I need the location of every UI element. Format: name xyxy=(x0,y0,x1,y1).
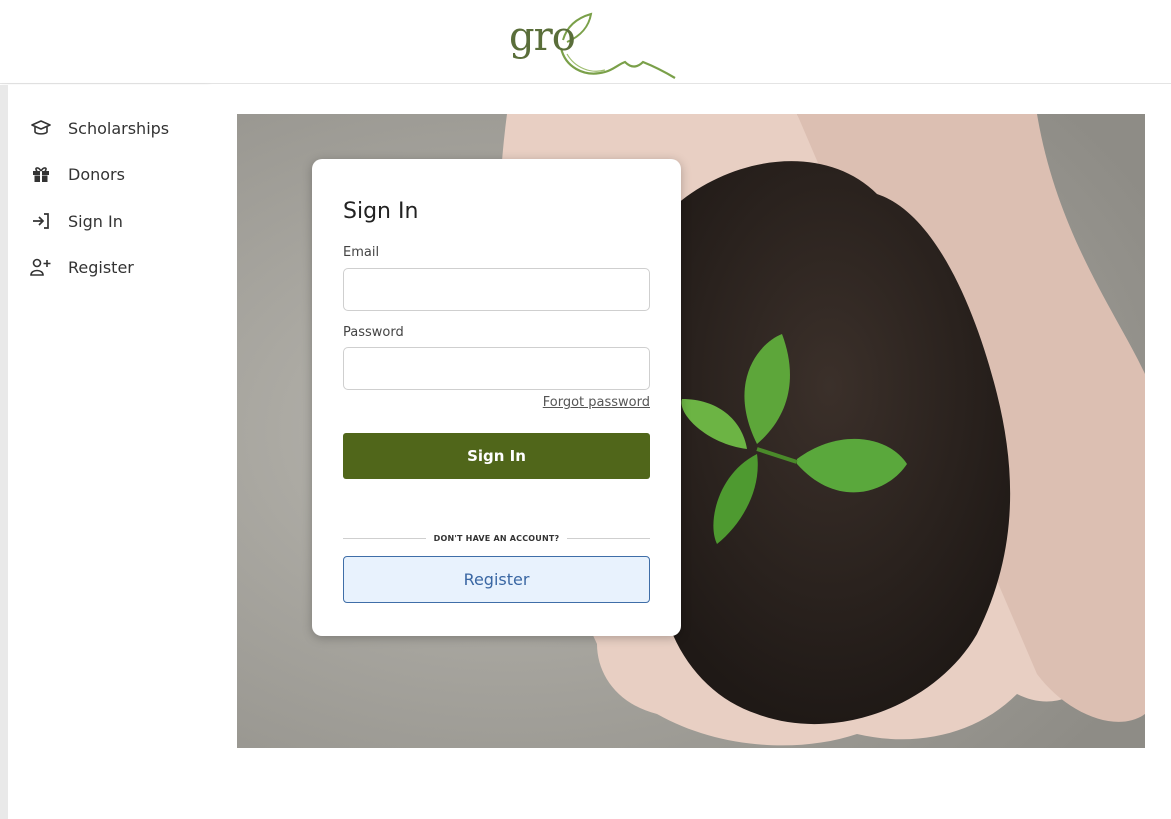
graduation-cap-icon xyxy=(30,117,52,139)
sidebar-item-label: Donors xyxy=(68,164,125,184)
email-field[interactable] xyxy=(343,268,650,311)
header: gro xyxy=(0,0,1171,84)
signin-card: Sign In Email Password Forgot password S… xyxy=(312,159,681,636)
sign-in-icon xyxy=(30,210,52,232)
email-label: Email xyxy=(343,245,380,260)
user-plus-icon xyxy=(30,256,52,278)
divider-line xyxy=(343,537,426,539)
password-label: Password xyxy=(343,325,404,340)
divider-line xyxy=(567,537,650,539)
logo-text: gro xyxy=(509,14,576,60)
sidebar-item-label: Scholarships xyxy=(68,118,170,138)
sidebar: Scholarships Donors Sign In Register xyxy=(0,85,208,819)
sidebar-item-register[interactable]: Register xyxy=(30,252,134,282)
password-field[interactable] xyxy=(343,347,650,390)
divider-text: DON'T HAVE AN ACCOUNT? xyxy=(433,533,560,543)
sidebar-item-donors[interactable]: Donors xyxy=(30,159,125,189)
divider: DON'T HAVE AN ACCOUNT? xyxy=(343,531,650,545)
register-button[interactable]: Register xyxy=(343,556,650,603)
sign-in-button[interactable]: Sign In xyxy=(343,433,650,479)
logo[interactable]: gro xyxy=(505,8,680,82)
signin-title: Sign In xyxy=(343,199,419,224)
sidebar-item-label: Sign In xyxy=(68,211,123,231)
sidebar-item-sign-in[interactable]: Sign In xyxy=(30,206,123,236)
sidebar-item-scholarships[interactable]: Scholarships xyxy=(30,113,169,143)
gift-icon xyxy=(30,163,52,185)
sidebar-item-label: Register xyxy=(68,257,134,277)
forgot-password-link[interactable]: Forgot password xyxy=(543,395,650,410)
